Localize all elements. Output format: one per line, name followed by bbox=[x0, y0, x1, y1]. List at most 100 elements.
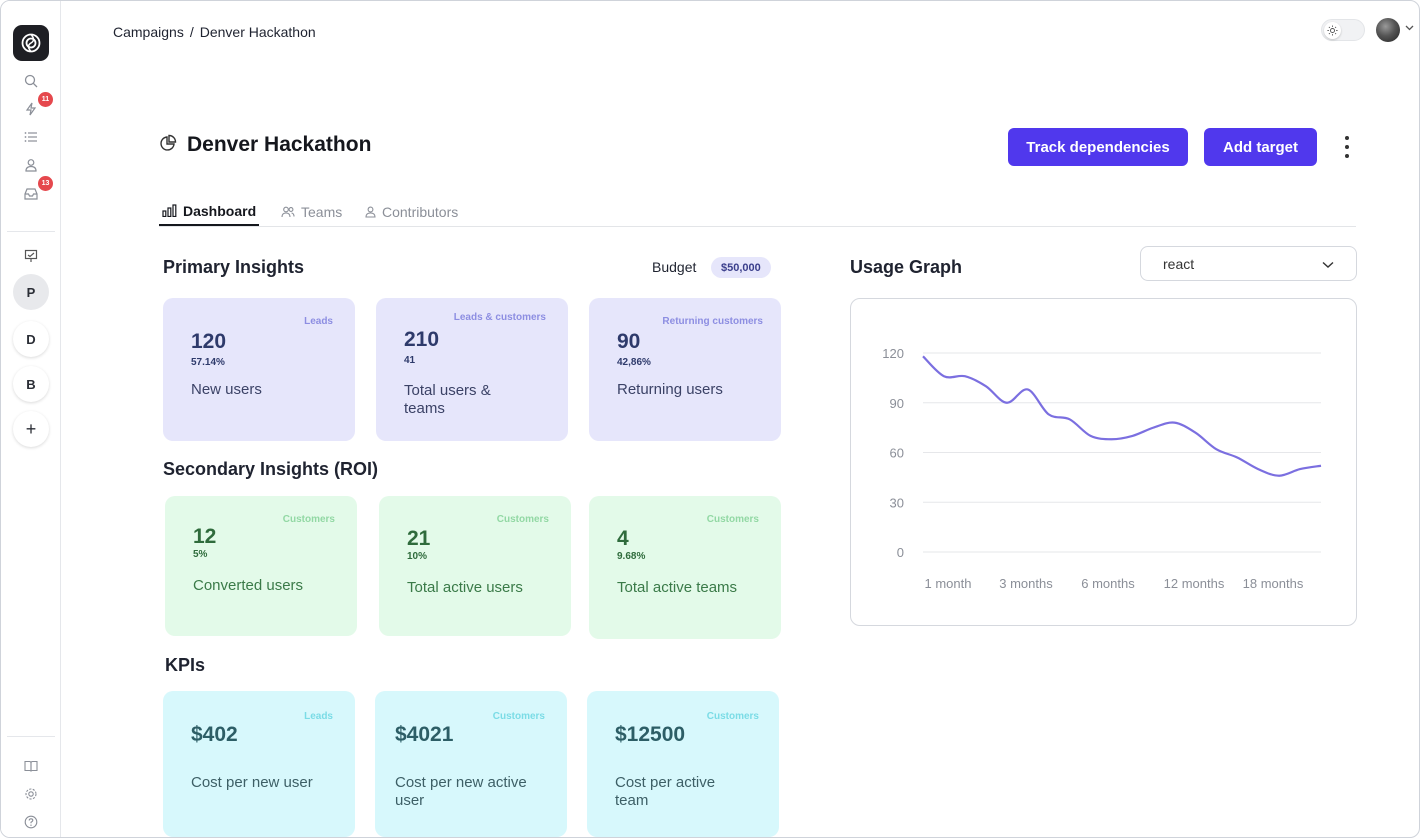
card-value: 210 bbox=[404, 328, 440, 351]
y-tick-label: 120 bbox=[882, 346, 904, 361]
roi-card-active-teams[interactable]: Customers 4 9.68% Total active teams bbox=[589, 496, 781, 639]
insight-card-total-users[interactable]: Leads & customers 210 41 Total users & t… bbox=[376, 298, 568, 441]
tab-teams[interactable]: Teams bbox=[281, 197, 342, 226]
bar-chart-icon bbox=[162, 204, 177, 217]
x-tick-label: 6 months bbox=[1081, 576, 1135, 591]
card-value: 12 bbox=[193, 525, 217, 548]
kpi-card-cost-active-user[interactable]: Customers $4021 Cost per new active user bbox=[375, 691, 567, 837]
card-tag: Leads bbox=[304, 316, 333, 327]
budget-label: Budget bbox=[652, 259, 697, 275]
card-subvalue: 41 bbox=[404, 355, 416, 366]
tab-contributors-label: Contributors bbox=[382, 203, 459, 220]
list-icon[interactable] bbox=[21, 127, 41, 147]
usage-series-line bbox=[922, 355, 1322, 477]
card-label: Converted users bbox=[193, 577, 304, 594]
track-dependencies-button[interactable]: Track dependencies bbox=[1008, 128, 1188, 166]
avatar[interactable] bbox=[1376, 18, 1400, 42]
add-target-button[interactable]: Add target bbox=[1204, 128, 1317, 166]
board-icon[interactable] bbox=[21, 246, 41, 266]
chevron-down-icon[interactable] bbox=[1405, 23, 1414, 34]
y-tick-label: 90 bbox=[890, 396, 904, 411]
card-subvalue: 42,86% bbox=[617, 357, 651, 368]
user-icon[interactable] bbox=[21, 155, 41, 175]
card-value: 120 bbox=[191, 330, 227, 353]
budget-badge: $50,000 bbox=[711, 257, 771, 278]
card-label: Total active users bbox=[407, 579, 523, 596]
y-tick-label: 0 bbox=[897, 545, 904, 560]
y-tick-label: 60 bbox=[890, 446, 904, 461]
workspace-b[interactable]: B bbox=[13, 366, 49, 402]
secondary-insights-title: Secondary Insights (ROI) bbox=[163, 459, 379, 479]
search-icon[interactable] bbox=[21, 71, 41, 91]
card-label: Total active teams bbox=[617, 579, 738, 596]
card-tag: Customers bbox=[282, 514, 335, 525]
insight-card-new-users[interactable]: Leads 120 57.14% New users bbox=[163, 298, 355, 441]
card-tag: Customers bbox=[492, 711, 545, 722]
card-value: $4021 bbox=[395, 723, 454, 746]
docs-icon[interactable] bbox=[21, 756, 41, 776]
pie-chart-icon bbox=[159, 134, 177, 157]
roi-card-active-users[interactable]: Customers 21 10% Total active users bbox=[379, 496, 571, 636]
sidebar-divider-bottom bbox=[7, 736, 55, 737]
card-value: 4 bbox=[617, 527, 629, 550]
card-label: New users bbox=[191, 381, 262, 398]
card-tag: Leads bbox=[304, 711, 333, 722]
kpis-title: KPIs bbox=[165, 655, 206, 675]
card-tag: Customers bbox=[496, 514, 549, 525]
help-icon[interactable] bbox=[21, 812, 41, 832]
card-subvalue: 10% bbox=[407, 551, 428, 562]
x-tick-label: 3 months bbox=[999, 576, 1053, 591]
card-label: Total users & teams bbox=[404, 382, 491, 417]
activity-badge: 11 bbox=[38, 92, 53, 107]
x-tick-label: 12 months bbox=[1164, 576, 1225, 591]
tab-contributors[interactable]: Contributors bbox=[365, 197, 458, 226]
tab-dashboard-label: Dashboard bbox=[183, 202, 257, 219]
repo-select[interactable]: react bbox=[1140, 246, 1357, 281]
users-icon bbox=[281, 206, 295, 218]
breadcrumb-current: Denver Hackathon bbox=[199, 24, 316, 40]
repo-select-value: react bbox=[1163, 255, 1195, 272]
settings-icon[interactable] bbox=[21, 784, 41, 804]
app-window: 11 13 P D B + Campaigns / Denver Hackath… bbox=[0, 0, 1420, 838]
tab-bar: Dashboard Teams Contributors bbox=[159, 197, 1356, 227]
tab-teams-label: Teams bbox=[301, 203, 343, 220]
workspace-d[interactable]: D bbox=[13, 321, 49, 357]
card-tag: Customers bbox=[706, 711, 759, 722]
logo-icon bbox=[21, 33, 41, 53]
more-options-icon[interactable] bbox=[1339, 133, 1355, 161]
chevron-down-icon bbox=[1322, 256, 1334, 272]
page-title: Denver Hackathon bbox=[187, 133, 372, 156]
kpi-card-cost-active-team[interactable]: Customers $12500 Cost per active team bbox=[587, 691, 779, 837]
breadcrumb-parent[interactable]: Campaigns bbox=[113, 24, 184, 40]
card-label: Returning users bbox=[617, 381, 723, 398]
card-label: Cost per new user bbox=[191, 774, 313, 791]
card-value: 90 bbox=[617, 330, 641, 353]
tab-dashboard[interactable]: Dashboard bbox=[159, 197, 260, 226]
x-tick-label: 18 months bbox=[1243, 576, 1304, 591]
inbox-badge: 13 bbox=[38, 176, 53, 191]
card-subvalue: 57.14% bbox=[191, 357, 225, 368]
y-tick-label: 30 bbox=[890, 495, 904, 510]
app-logo[interactable] bbox=[13, 25, 49, 61]
workspace-p[interactable]: P bbox=[13, 274, 49, 310]
usage-chart-svg: 0 30 60 90 120 1 month 3 months 6 months 12 mont… bbox=[882, 346, 1322, 591]
sun-icon bbox=[1324, 22, 1341, 39]
card-tag: Leads & customers bbox=[453, 312, 546, 323]
user-icon bbox=[365, 206, 376, 218]
card-label: Cost per new active user bbox=[395, 774, 527, 809]
add-workspace-button[interactable]: + bbox=[13, 411, 49, 447]
usage-graph-title: Usage Graph bbox=[850, 257, 963, 277]
card-value: $402 bbox=[191, 723, 238, 746]
theme-toggle[interactable] bbox=[1321, 19, 1365, 41]
sidebar: 11 13 P D B + bbox=[1, 1, 61, 837]
usage-chart: 0 30 60 90 120 1 month 3 months 6 months 12 mont… bbox=[850, 298, 1357, 626]
card-tag: Returning customers bbox=[662, 316, 763, 327]
card-tag: Customers bbox=[706, 514, 759, 525]
card-value: 21 bbox=[407, 527, 431, 550]
card-subvalue: 9.68% bbox=[617, 551, 646, 562]
insight-card-returning-users[interactable]: Returning customers 90 42,86% Returning … bbox=[589, 298, 781, 441]
roi-card-converted-users[interactable]: Customers 12 5% Converted users bbox=[165, 496, 357, 636]
sidebar-divider bbox=[7, 231, 55, 232]
breadcrumb-separator: / bbox=[189, 24, 194, 40]
kpi-card-cost-new-user[interactable]: Leads $402 Cost per new user bbox=[163, 691, 355, 837]
